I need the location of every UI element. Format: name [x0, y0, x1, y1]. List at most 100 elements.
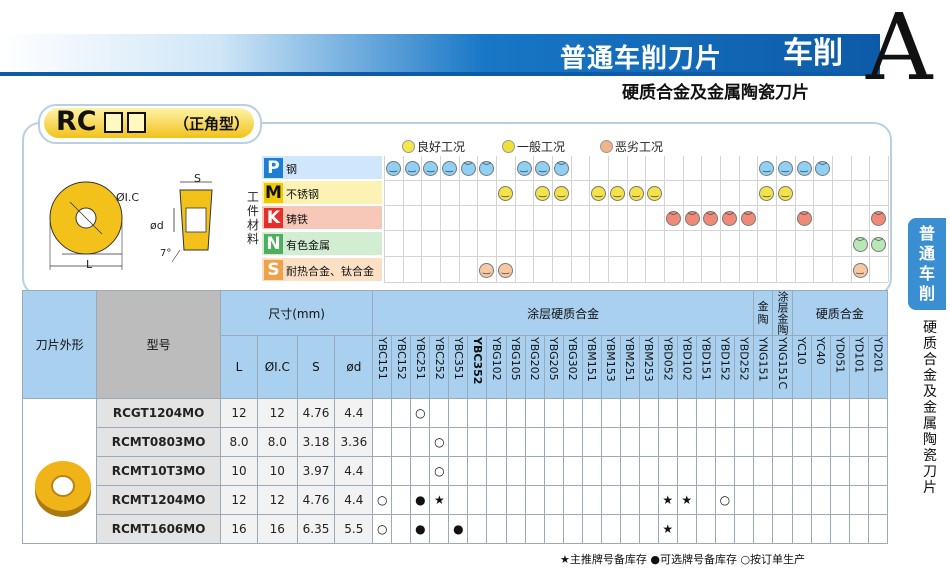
table-row: RCMT1606MO 16 16 6.35 5.5 ○ ● ● ★	[23, 514, 889, 544]
grade-mark-cell	[752, 456, 774, 486]
grade-mark-cell	[600, 398, 621, 428]
good-face-icon: ‿	[479, 263, 495, 278]
grade-mark-cell	[772, 514, 793, 544]
grid-line	[421, 156, 423, 282]
grade-header: YBC251	[410, 335, 431, 399]
grade-mark-cell	[524, 427, 545, 457]
grade-header: YBM251	[619, 335, 640, 399]
grade-mark-cell	[676, 514, 697, 544]
grade-mark-cell	[467, 398, 488, 428]
material-name: 耐热合金、钛合金	[286, 265, 374, 278]
model-cell: RCMT10T3MO	[96, 456, 221, 486]
legend-bad: 恶劣工况	[600, 138, 663, 155]
grade-mark-cell	[562, 456, 583, 486]
table-row: RCGT1204MO 12 12 4.76 4.4 ○	[21, 398, 889, 544]
grid-line	[776, 156, 777, 282]
grade-mark-cell	[733, 398, 754, 428]
bad-face-icon	[600, 140, 613, 153]
grid-line	[570, 156, 572, 282]
angle-label: 7°	[160, 248, 172, 259]
material-letter: N	[264, 234, 283, 254]
grid-line	[384, 205, 888, 206]
legend-normal: 一般工况	[502, 138, 565, 155]
grade-mark-cell	[505, 514, 526, 544]
grade-mark-cell	[524, 398, 545, 428]
grade-mark-cell	[791, 456, 812, 486]
grade-mark-cell	[867, 398, 889, 428]
side-tab-char: 通	[918, 244, 935, 263]
footnote: ★主推牌号备库存 ●可选牌号备库存 ○按订单生产	[560, 553, 806, 566]
model-type: （正角型）	[174, 115, 250, 133]
grade-mark-cell	[695, 485, 716, 515]
grade-mark-cell: ○	[429, 427, 450, 457]
grid-line	[458, 156, 460, 282]
good-face-icon: ‿	[516, 161, 532, 176]
grade-mark-cell: ●	[410, 514, 431, 544]
placeholder-box	[127, 112, 146, 133]
placeholder-box	[104, 112, 123, 133]
page-title: 普通车削刀片	[560, 44, 723, 74]
grade-mark-cell: ★	[676, 485, 697, 515]
grade-mark-cell: ○	[410, 398, 431, 428]
material-row-k: K 铸铁	[262, 206, 382, 230]
grid-line	[888, 156, 889, 282]
grade-mark-cell	[600, 427, 621, 457]
material-letter: K	[264, 208, 283, 228]
grade-mark-cell	[657, 398, 678, 428]
header-shape: 刀片外形	[21, 290, 98, 399]
grade-mark-cell	[562, 514, 583, 544]
dim-cell: 4.76	[296, 485, 336, 515]
dim-cell: 10	[257, 456, 298, 486]
side-caption-char: 刀	[923, 464, 937, 480]
side-caption-char: 金	[923, 368, 937, 384]
spec-table: 刀片外形 型号 尺寸(mm) 涂层硬质合金 金陶 涂层金陶 硬质合金 L ØI.C…	[21, 290, 889, 544]
grade-mark-cell	[600, 514, 621, 544]
good-face-icon: ‿	[535, 161, 551, 176]
good-face-icon: ‿	[796, 161, 812, 176]
grade-mark-cell	[695, 398, 716, 428]
header-coated-cermet: 涂层金陶	[772, 290, 793, 336]
good-face-icon: ‿	[591, 186, 607, 201]
grade-mark-cell	[410, 456, 431, 486]
dim-header: S	[296, 335, 336, 399]
grade-mark-cell	[543, 485, 564, 515]
legend-good: 良好工况	[402, 138, 465, 155]
grid-line	[384, 180, 888, 181]
grade-mark-cell: ○	[372, 514, 393, 544]
legend-label: 恶劣工况	[615, 140, 664, 154]
grade-header: YBD152	[714, 335, 735, 399]
bad-face-icon: ︶	[796, 211, 812, 226]
grade-mark-cell	[867, 514, 889, 544]
dim-cell: 4.4	[334, 485, 374, 515]
grade-mark-cell	[562, 485, 583, 515]
grid-line	[402, 156, 404, 282]
bad-face-icon: ︶	[871, 237, 887, 252]
grid-line	[440, 156, 441, 282]
grade-mark-cell	[657, 427, 678, 457]
grade-mark-cell	[524, 485, 545, 515]
grade-mark-cell	[467, 456, 488, 486]
side-tab[interactable]: 普 通 车 削	[908, 218, 946, 310]
bad-face-icon: ︶	[740, 211, 756, 226]
legend-label: 良好工况	[417, 140, 466, 154]
grade-mark-cell	[524, 514, 545, 544]
grid-line	[589, 156, 591, 282]
dim-cell: 8.0	[219, 427, 259, 457]
vlabel-char: 工	[246, 190, 259, 204]
normal-face-icon	[502, 140, 515, 153]
grade-mark-cell	[733, 485, 754, 515]
grade-mark-cell	[467, 514, 488, 544]
grade-mark-cell	[848, 485, 869, 515]
grade-header: YD201	[867, 335, 889, 399]
bad-face-icon: ︶	[684, 211, 700, 226]
side-caption-char: 合	[923, 352, 937, 368]
grade-mark-cell	[562, 398, 583, 428]
bad-face-icon: ︶	[460, 161, 476, 176]
grid-line	[645, 156, 647, 282]
page-subtitle: 硬质合金及金属陶瓷刀片	[622, 83, 809, 103]
grade-mark-cell	[733, 514, 754, 544]
grade-mark-cell	[638, 514, 659, 544]
good-face-icon: ‿	[441, 161, 457, 176]
grade-mark-cell	[848, 514, 869, 544]
grade-header: YNG151C	[772, 335, 793, 399]
